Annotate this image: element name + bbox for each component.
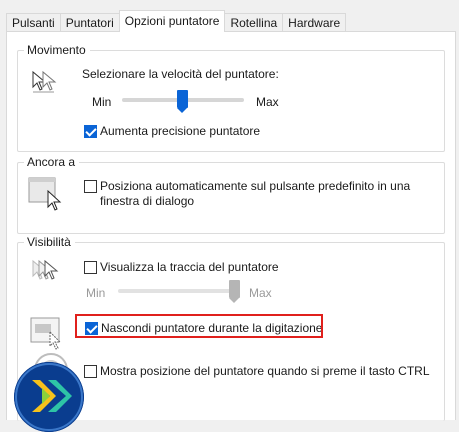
precision-checkbox[interactable] — [84, 125, 97, 138]
trails-checkbox[interactable] — [84, 261, 97, 274]
group-movimento: Movimento Selezionare la velocità del pu… — [17, 42, 445, 152]
ctrl-label[interactable]: Mostra posizione del puntatore quando si… — [100, 364, 430, 379]
speed-label: Selezionare la velocità del puntatore: — [82, 67, 279, 81]
trails-label[interactable]: Visualizza la traccia del puntatore — [100, 260, 279, 275]
precision-label[interactable]: Aumenta precisione puntatore — [100, 124, 260, 139]
tab-rotellina[interactable]: Rotellina — [224, 13, 284, 32]
hide-pointer-icon — [30, 317, 62, 350]
tab-hardware[interactable]: Hardware — [282, 13, 347, 32]
pointer-speed-icon — [32, 70, 57, 93]
speed-min-label: Min — [92, 95, 112, 109]
tab-strip: Pulsanti Puntatori Opzioni puntatore Rot… — [6, 10, 347, 32]
group-title-visibilita: Visibilità — [24, 234, 75, 250]
snap-to-icon — [28, 177, 62, 211]
group-ancora: Ancora a Posiziona automaticamente sul p… — [17, 154, 445, 234]
tab-pulsanti[interactable]: Pulsanti — [6, 13, 61, 32]
logo-icon — [14, 362, 84, 432]
group-title-movimento: Movimento — [24, 42, 90, 58]
snap-label[interactable]: Posiziona automaticamente sul pulsante p… — [100, 179, 420, 209]
tab-panel: Movimento Selezionare la velocità del pu… — [6, 31, 456, 421]
group-title-ancora: Ancora a — [24, 154, 80, 170]
trails-min-label: Min — [86, 286, 106, 300]
trails-slider-track — [118, 289, 238, 293]
trails-max-label: Max — [249, 286, 272, 300]
pointer-trails-icon — [32, 259, 59, 280]
tab-puntatori[interactable]: Puntatori — [59, 13, 120, 32]
speed-max-label: Max — [256, 95, 279, 109]
snap-checkbox[interactable] — [84, 180, 97, 193]
speed-slider-thumb[interactable] — [177, 90, 188, 113]
highlight-box — [75, 314, 323, 338]
ctrl-checkbox[interactable] — [84, 365, 97, 378]
tab-opzioni-puntatore[interactable]: Opzioni puntatore — [118, 10, 226, 32]
trails-slider-thumb — [229, 280, 240, 303]
